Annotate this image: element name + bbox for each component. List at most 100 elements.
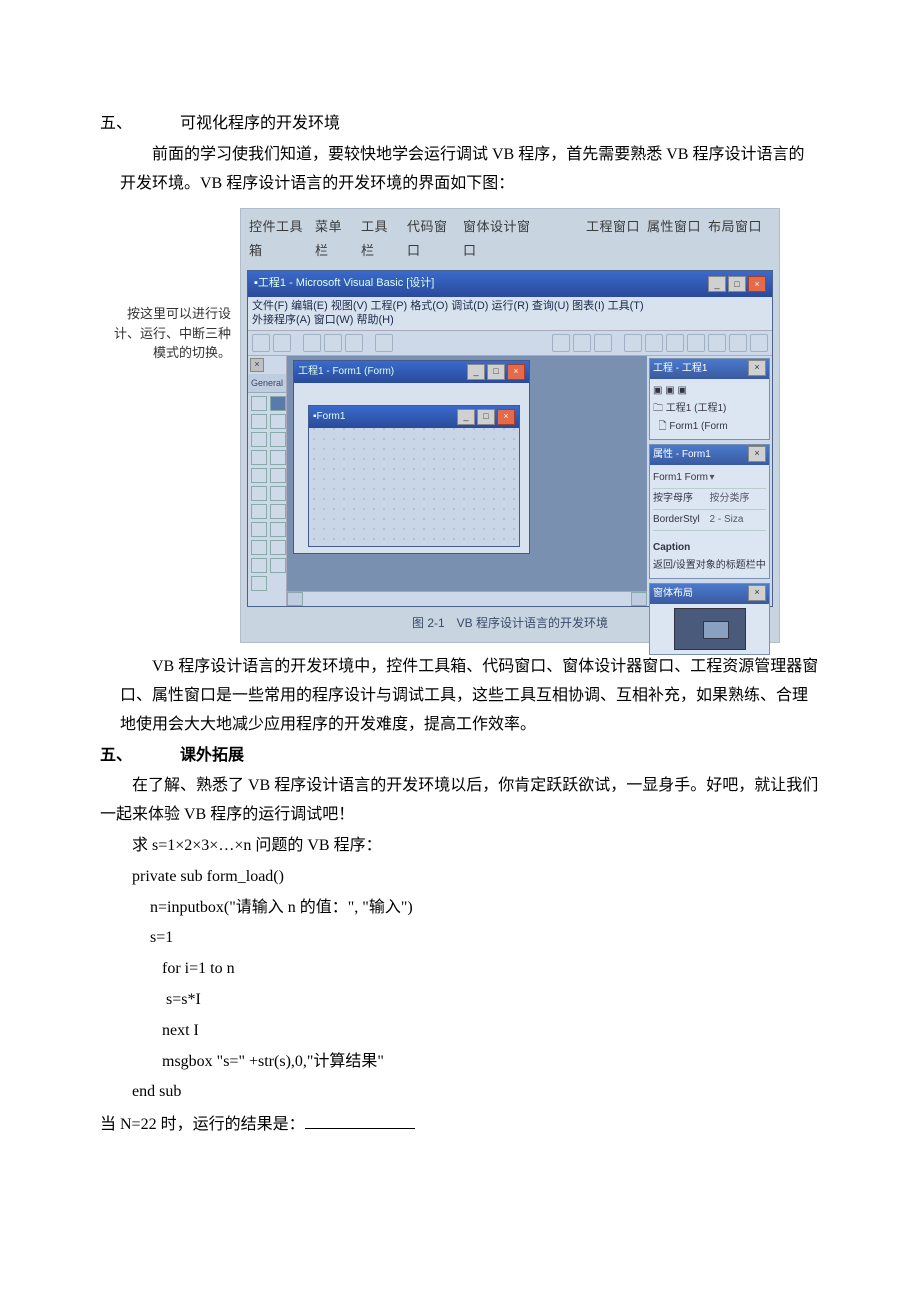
prop-object-selector[interactable]: Form1 Form — [653, 469, 710, 487]
toolbox-tab-general[interactable]: General — [248, 374, 286, 393]
tool-ole-icon[interactable] — [251, 576, 267, 591]
properties-panel[interactable]: 属性 - Form1× Form1 Form▾ 按字母序按分类序 BorderS… — [649, 444, 770, 579]
close-button[interactable]: × — [748, 276, 766, 292]
run-button[interactable] — [552, 334, 570, 352]
tool-textbox-icon[interactable] — [270, 414, 286, 429]
menubar-line2: 外接程序(A) 窗口(W) 帮助(H) — [252, 313, 768, 327]
code-problem: 求 s=1×2×3×…×n 问题的 VB 程序： — [132, 832, 820, 861]
toolbar-button[interactable] — [729, 334, 747, 352]
code-line: for i=1 to n — [162, 955, 820, 984]
vb-ide-figure: 按这里可以进行设计、运行、中断三种模式的切换。 控件工具箱 菜单栏 工具栏 代码… — [240, 208, 780, 643]
tool-commandbutton-icon[interactable] — [270, 432, 286, 447]
tool-frame-icon[interactable] — [251, 432, 267, 447]
tool-dirlist-icon[interactable] — [251, 522, 267, 537]
section-5-heading: 五、 可视化程序的开发环境 — [100, 110, 820, 139]
label-formdesign: 窗体设计窗口 — [463, 215, 533, 262]
vb-titlebar: ▪ 工程1 - Microsoft Visual Basic [设计] _ □ … — [248, 271, 772, 297]
toolbar-button[interactable] — [252, 334, 270, 352]
prop-tab-alpha[interactable]: 按字母序 — [653, 490, 710, 508]
form-layout-panel[interactable]: 窗体布局× — [649, 583, 770, 655]
close-icon[interactable]: × — [748, 446, 766, 462]
vb-menubar[interactable]: 文件(F) 编辑(E) 视图(V) 工程(P) 格式(O) 调试(D) 运行(R… — [248, 297, 772, 330]
stop-button[interactable] — [594, 334, 612, 352]
label-toolbox: 控件工具箱 — [249, 215, 309, 262]
vb-toolbar[interactable] — [248, 330, 772, 356]
toolbar-button[interactable] — [750, 334, 768, 352]
answer-blank[interactable] — [305, 1112, 415, 1129]
toolbar-button[interactable] — [708, 334, 726, 352]
scroll-left-icon[interactable] — [287, 592, 303, 606]
label-codewin: 代码窗口 — [407, 215, 457, 262]
tool-optionbutton-icon[interactable] — [270, 450, 286, 465]
tool-vscroll-icon[interactable] — [270, 486, 286, 501]
tool-shape-icon[interactable] — [251, 540, 267, 555]
tool-checkbox-icon[interactable] — [251, 450, 267, 465]
toolbar-button[interactable] — [666, 334, 684, 352]
label-menubar: 菜单栏 — [315, 215, 355, 262]
minimize-button[interactable]: _ — [457, 409, 475, 425]
project-tree-item[interactable]: 🗀 工程1 (工程1) — [653, 400, 766, 418]
form-design-grid[interactable] — [309, 424, 519, 546]
properties-panel-title: 属性 - Form1 — [653, 446, 746, 464]
maximize-button[interactable]: □ — [477, 409, 495, 425]
figure-left-annotation: 按这里可以进行设计、运行、中断三种模式的切换。 — [111, 304, 231, 363]
hscrollbar[interactable] — [287, 591, 647, 606]
close-button[interactable]: × — [497, 409, 515, 425]
label-layoutwin: 布局窗口 — [708, 215, 763, 262]
form-container-window[interactable]: 工程1 - Form1 (Form) _ □ × ▪ Form1 _ □ — [293, 360, 530, 554]
toolbar-button[interactable] — [375, 334, 393, 352]
toolbar-button[interactable] — [645, 334, 663, 352]
tool-listbox-icon[interactable] — [270, 468, 286, 483]
toolbar-button[interactable] — [624, 334, 642, 352]
section-title: 可视化程序的开发环境 — [180, 110, 820, 139]
tool-combobox-icon[interactable] — [251, 468, 267, 483]
form1-window[interactable]: ▪ Form1 _ □ × — [308, 405, 520, 547]
form-designer-area[interactable]: 工程1 - Form1 (Form) _ □ × ▪ Form1 _ □ — [287, 356, 647, 606]
close-icon[interactable]: × — [748, 360, 766, 376]
tool-line-icon[interactable] — [270, 540, 286, 555]
toolbar-button[interactable] — [273, 334, 291, 352]
toolbox-grid — [248, 393, 286, 594]
toolbox-close-icon[interactable]: × — [250, 358, 264, 372]
layout-panel-title: 窗体布局 — [653, 585, 746, 603]
tool-image-icon[interactable] — [251, 558, 267, 573]
layout-form-mini[interactable] — [703, 621, 729, 639]
prop-caption-desc: 返回/设置对象的标题栏中 — [653, 557, 766, 575]
page: 五、 可视化程序的开发环境 前面的学习使我们知道，要较快地学会运行调试 VB 程… — [0, 0, 920, 1302]
tool-label-icon[interactable] — [251, 414, 267, 429]
tool-filelist-icon[interactable] — [270, 522, 286, 537]
toolbar-button[interactable] — [345, 334, 363, 352]
maximize-button[interactable]: □ — [487, 364, 505, 380]
prop-tab-category[interactable]: 按分类序 — [710, 490, 767, 508]
paragraph-intro: 前面的学习使我们知道，要较快地学会运行调试 VB 程序，首先需要熟悉 VB 程序… — [120, 141, 820, 199]
toolbar-button[interactable] — [303, 334, 321, 352]
pause-button[interactable] — [573, 334, 591, 352]
prop-value[interactable]: 2 - Siza — [710, 511, 767, 529]
toolbar-button[interactable] — [687, 334, 705, 352]
layout-screen[interactable] — [674, 608, 746, 650]
toolbar-button[interactable] — [324, 334, 342, 352]
maximize-button[interactable]: □ — [728, 276, 746, 292]
minimize-button[interactable]: _ — [467, 364, 485, 380]
minimize-button[interactable]: _ — [708, 276, 726, 292]
project-tree-item[interactable]: 🗋 Form1 (Form — [653, 418, 766, 436]
tool-picturebox-icon[interactable] — [270, 396, 286, 411]
figure-top-labels: 控件工具箱 菜单栏 工具栏 代码窗口 窗体设计窗口 工程窗口 属性窗口 布局窗口 — [247, 215, 773, 270]
close-icon[interactable]: × — [748, 585, 766, 601]
project-tree-root[interactable]: ▣ ▣ ▣ — [653, 382, 766, 400]
label-toolbar: 工具栏 — [361, 215, 401, 262]
toolbox-panel[interactable]: × General — [248, 356, 287, 606]
tool-data-icon[interactable] — [270, 558, 286, 573]
tool-pointer-icon[interactable] — [251, 396, 267, 411]
section-number: 五、 — [100, 110, 180, 139]
scroll-right-icon[interactable] — [631, 592, 647, 606]
close-button[interactable]: × — [507, 364, 525, 380]
code-line: n=inputbox("请输入 n 的值：", "输入") — [150, 894, 820, 923]
code-line: end sub — [132, 1078, 820, 1107]
code-line: s=1 — [150, 924, 820, 953]
project-explorer-panel[interactable]: 工程 - 工程1× ▣ ▣ ▣ 🗀 工程1 (工程1) 🗋 Form1 (For… — [649, 358, 770, 440]
paragraph-ext-intro: 在了解、熟悉了 VB 程序设计语言的开发环境以后，你肯定跃跃欲试，一显身手。好吧… — [100, 772, 820, 830]
tool-drive-icon[interactable] — [270, 504, 286, 519]
tool-hscroll-icon[interactable] — [251, 486, 267, 501]
tool-timer-icon[interactable] — [251, 504, 267, 519]
